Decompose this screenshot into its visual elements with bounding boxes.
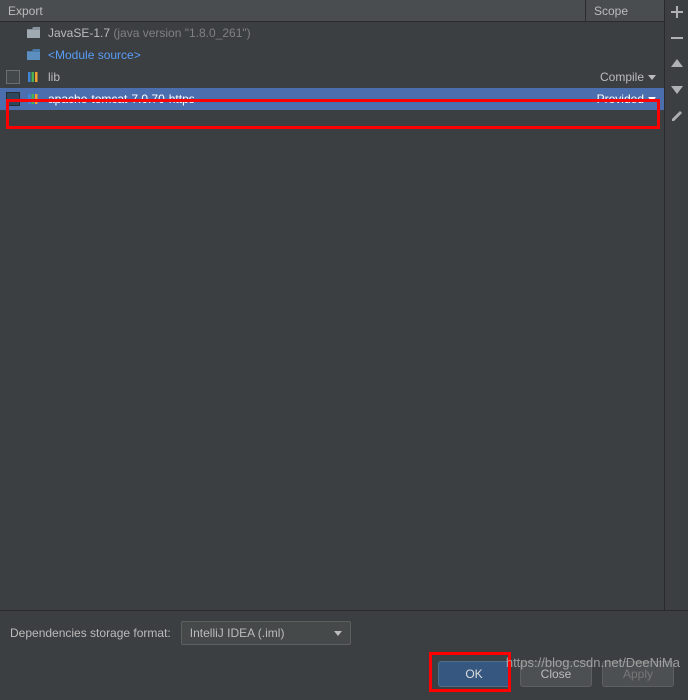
chevron-down-icon (648, 97, 656, 102)
close-button[interactable]: Close (520, 661, 592, 687)
table-row[interactable]: JavaSE-1.7 (java version "1.8.0_261") (0, 22, 664, 44)
header-export[interactable]: Export (0, 0, 586, 21)
table-row[interactable]: lib Compile (0, 66, 664, 88)
dependencies-table-header: Export Scope (0, 0, 664, 22)
lib-label: lib (48, 70, 586, 84)
remove-button[interactable] (667, 28, 687, 48)
export-checkbox[interactable] (6, 92, 20, 106)
storage-format-label: Dependencies storage format: (10, 626, 171, 640)
dependencies-list[interactable]: JavaSE-1.7 (java version "1.8.0_261") <M… (0, 22, 664, 610)
table-row[interactable]: apache-tomcat-7.0.70-https Provided (0, 88, 664, 110)
scope-dropdown[interactable]: Provided (586, 92, 658, 106)
scope-dropdown[interactable]: Compile (586, 70, 658, 84)
storage-format-row: Dependencies storage format: IntelliJ ID… (0, 611, 688, 651)
move-up-button[interactable] (667, 54, 687, 74)
chevron-down-icon (648, 75, 656, 80)
storage-format-combo[interactable]: IntelliJ IDEA (.iml) (181, 621, 351, 645)
library-icon (26, 91, 42, 107)
add-button[interactable] (667, 2, 687, 22)
dialog-button-bar: OK Close Apply (0, 651, 688, 697)
jdk-folder-icon (26, 25, 42, 41)
chevron-down-icon (334, 631, 342, 636)
table-row[interactable]: <Module source> (0, 44, 664, 66)
ok-button[interactable]: OK (438, 661, 510, 687)
jdk-label: JavaSE-1.7 (java version "1.8.0_261") (48, 26, 658, 40)
move-down-button[interactable] (667, 80, 687, 100)
edit-button[interactable] (667, 106, 687, 126)
header-scope[interactable]: Scope (586, 0, 664, 21)
module-folder-icon (26, 47, 42, 63)
apply-button[interactable]: Apply (602, 661, 674, 687)
module-source-label: <Module source> (48, 48, 658, 62)
tomcat-label: apache-tomcat-7.0.70-https (48, 92, 586, 106)
library-icon (26, 69, 42, 85)
dependencies-toolbar (664, 0, 688, 610)
export-checkbox[interactable] (6, 70, 20, 84)
